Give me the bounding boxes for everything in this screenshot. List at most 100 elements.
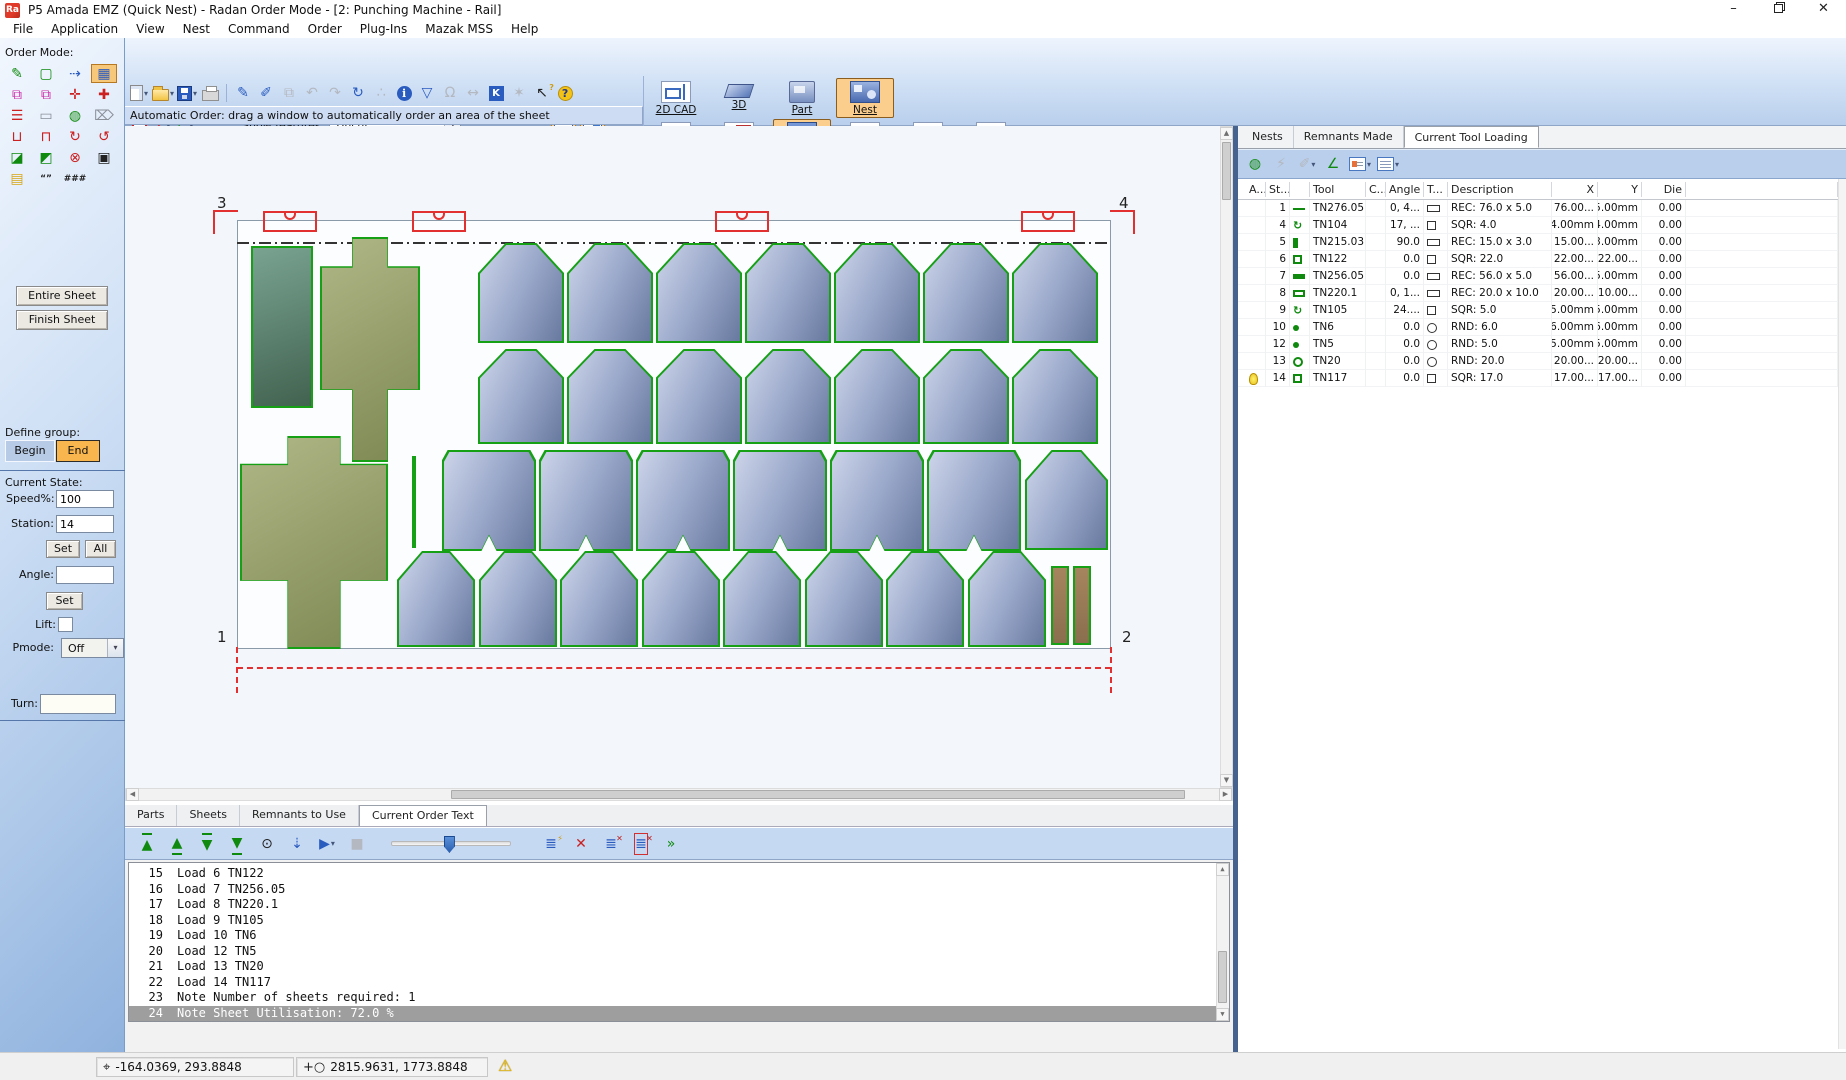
undo-icon[interactable]: ↶	[301, 82, 323, 104]
set-station-button[interactable]: Set	[46, 540, 80, 558]
chevron-down-icon[interactable]: ▾	[193, 89, 197, 98]
order-identical-parts-tool[interactable]: ⧉	[33, 85, 59, 104]
scroll-down-icon[interactable]: ▼	[1220, 774, 1233, 787]
table-row[interactable]: 9↻TN10524....SQR: 5.05.00mm5.00mm0.00	[1238, 302, 1838, 319]
resequence-tool[interactable]: ↻	[62, 127, 88, 146]
angle-input[interactable]	[56, 566, 114, 584]
reverse-order-tool[interactable]: ↺	[91, 127, 117, 146]
redo-icon[interactable]: ↷	[324, 82, 346, 104]
menu-file[interactable]: File	[4, 20, 42, 38]
order-text-line[interactable]: 16Load 7 TN256.05	[129, 882, 1229, 898]
multi-edit-icon[interactable]: ⚡	[1270, 153, 1292, 175]
more-commands-icon[interactable]: »	[659, 833, 683, 855]
col-c[interactable]: C...	[1366, 182, 1386, 197]
canvas-horizontal-scrollbar[interactable]: ◀ ▶	[125, 788, 1233, 801]
order-text-line[interactable]: 18Load 9 TN105	[129, 913, 1229, 929]
new-file-icon[interactable]: ▾	[128, 82, 150, 104]
bigbtn-3d[interactable]: 3D	[710, 78, 768, 118]
col-description[interactable]: Description	[1448, 182, 1552, 197]
scroll-right-icon[interactable]: ▶	[1219, 788, 1232, 801]
order-line-tool[interactable]: ⇢	[62, 64, 88, 83]
tab-nests[interactable]: Nests	[1242, 126, 1294, 148]
load-sheet-tool[interactable]: ◪	[4, 148, 30, 167]
panel-part[interactable]	[733, 450, 827, 551]
delete-order-block-icon[interactable]: ≣	[629, 833, 653, 855]
datum-angle-icon[interactable]: ∠	[1322, 153, 1344, 175]
entire-sheet-button[interactable]: Entire Sheet	[16, 286, 108, 306]
view-details-icon[interactable]: ▾	[1376, 153, 1400, 175]
table-row[interactable]: 8TN220.10, 1...REC: 20.0 x 10.020.00...1…	[1238, 285, 1838, 302]
lift-checkbox[interactable]	[58, 617, 73, 632]
scroll-down-icon[interactable]: ▼	[1216, 1008, 1229, 1021]
panel-part[interactable]	[442, 450, 536, 551]
delete-order-icon[interactable]: ✕	[569, 833, 593, 855]
order-text-line[interactable]: 20Load 12 TN5	[129, 944, 1229, 960]
pick-tool-icon[interactable]: ✐▾	[1296, 153, 1318, 175]
sheet-view-icon[interactable]: ◍	[1244, 153, 1266, 175]
begin-group-button[interactable]: Begin	[5, 440, 55, 462]
strip-part[interactable]	[1051, 566, 1069, 645]
magnet-icon[interactable]: Ω	[439, 82, 461, 104]
chevron-down-icon[interactable]: ▾	[1395, 160, 1399, 169]
text-tool[interactable]: “”	[33, 169, 59, 188]
panel-part[interactable]	[539, 450, 633, 551]
clamp-window-tool[interactable]: ⊓	[33, 127, 59, 146]
order-text-line[interactable]: 17Load 8 TN220.1	[129, 897, 1229, 913]
pick-pen-icon[interactable]: ✐	[255, 82, 277, 104]
col-die[interactable]: Die	[1642, 182, 1686, 197]
order-window-tool[interactable]: ▢	[33, 64, 59, 83]
col-t[interactable]: T...	[1424, 182, 1448, 197]
finish-sheet-button[interactable]: Finish Sheet	[16, 310, 108, 330]
col-x[interactable]: X	[1552, 182, 1598, 197]
simulation-speed-slider[interactable]	[391, 841, 511, 846]
chevron-down-icon[interactable]: ▾	[1311, 160, 1315, 169]
edit-pen-icon[interactable]: ✎	[232, 82, 254, 104]
delete-order-tool[interactable]: ⌦	[91, 106, 117, 125]
order-prev-icon[interactable]: ▲	[165, 833, 189, 855]
menu-application[interactable]: Application	[42, 20, 127, 38]
tab-sheets[interactable]: Sheets	[177, 805, 240, 826]
col-angle[interactable]: Angle	[1386, 182, 1424, 197]
print-icon[interactable]	[199, 82, 221, 104]
warning-icon[interactable]: ⚠	[498, 1056, 512, 1075]
menu-mazak-mss[interactable]: Mazak MSS	[416, 20, 502, 38]
chevron-down-icon[interactable]: ▾	[1367, 160, 1371, 169]
all-stations-button[interactable]: All	[85, 540, 116, 558]
order-list-tool[interactable]: ☰	[4, 106, 30, 125]
marker-tool[interactable]: ###	[62, 169, 88, 188]
order-sheet-tool[interactable]: ◍	[62, 106, 88, 125]
canvas-vertical-scrollbar[interactable]: ▲ ▼	[1220, 126, 1233, 788]
table-row[interactable]: 10TN60.0RND: 6.06.00mm6.00mm0.00	[1238, 319, 1838, 336]
simulate-play-icon[interactable]: ▶▾	[315, 833, 339, 855]
menu-order[interactable]: Order	[299, 20, 351, 38]
strip-part[interactable]	[1073, 566, 1091, 645]
bigbtn-part[interactable]: Part	[773, 78, 831, 118]
panel-part[interactable]	[830, 450, 924, 551]
save-file-icon[interactable]: ▾	[176, 82, 198, 104]
speed-input[interactable]	[56, 490, 114, 508]
delete-order-lines-icon[interactable]: ≣	[599, 833, 623, 855]
filter-icon[interactable]: ▽	[416, 82, 438, 104]
order-text-line[interactable]: 22Load 14 TN117	[129, 975, 1229, 991]
col-tool-icon[interactable]	[1290, 182, 1310, 197]
table-row[interactable]: 1TN276.050, 4...REC: 76.0 x 5.076.00...5…	[1238, 200, 1838, 217]
order-text-line[interactable]: 21Load 13 TN20	[129, 959, 1229, 975]
auto-order-tool[interactable]: ▦	[91, 64, 117, 83]
menu-plugins[interactable]: Plug-Ins	[351, 20, 417, 38]
move-order-tool[interactable]: ✛	[62, 85, 88, 104]
order-text-list[interactable]: 15Load 6 TN12216Load 7 TN256.0517Load 8 …	[128, 862, 1230, 1022]
order-text-line[interactable]: 24Note Sheet Utilisation: 72.0 %	[129, 1006, 1229, 1022]
panel-part[interactable]	[927, 450, 1021, 551]
scroll-up-icon[interactable]: ▲	[1220, 127, 1233, 140]
table-row[interactable]: 7TN256.050.0REC: 56.0 x 5.056.00...5.00m…	[1238, 268, 1838, 285]
tab-parts[interactable]: Parts	[125, 805, 177, 826]
view-icons-icon[interactable]: ▾	[1348, 153, 1372, 175]
order-common-parts-tool[interactable]: ⧉	[4, 85, 30, 104]
order-single-tool[interactable]: ✎	[4, 64, 30, 83]
table-row[interactable]: 4↻TN10417, ...SQR: 4.04.00mm4.00mm0.00	[1238, 217, 1838, 234]
copy-icon[interactable]: ⧉	[278, 82, 300, 104]
dimension-icon[interactable]: ↔	[462, 82, 484, 104]
tab-remnants-made[interactable]: Remnants Made	[1294, 126, 1404, 148]
table-scrollbar-track[interactable]	[1838, 179, 1846, 1049]
order-next-icon[interactable]: ▼	[195, 833, 219, 855]
